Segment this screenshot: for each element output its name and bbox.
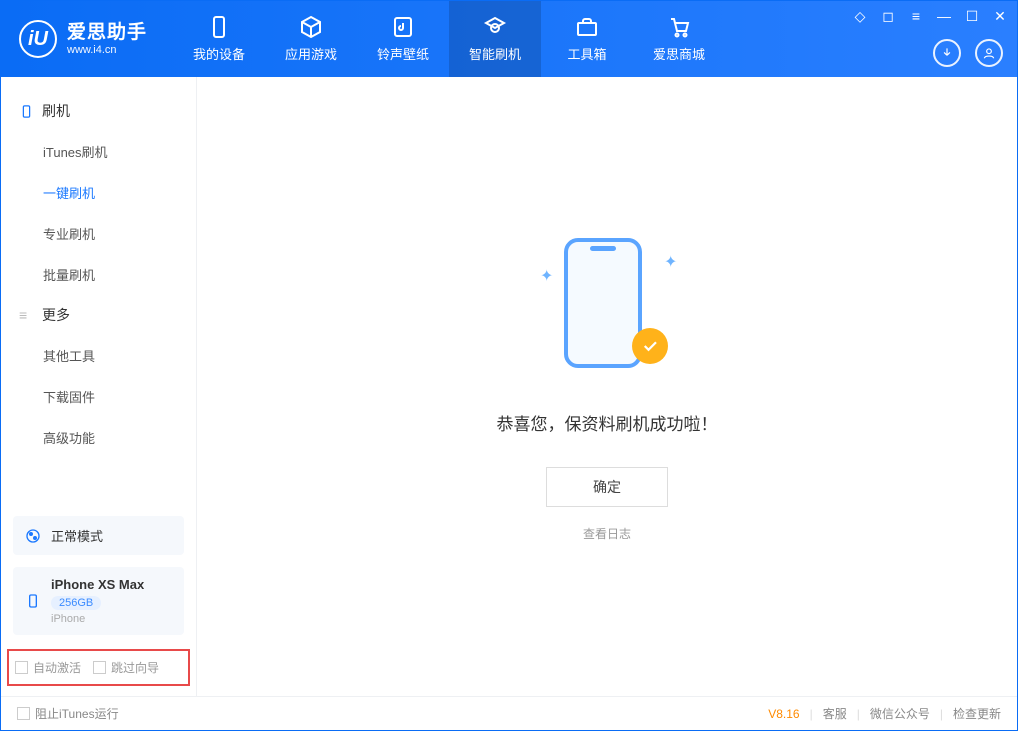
app-title: 爱思助手 xyxy=(67,22,147,44)
toolbox-icon xyxy=(575,15,599,39)
tab-store-label: 爱思商城 xyxy=(653,44,705,63)
logo-icon: iU xyxy=(19,20,57,58)
tab-flash[interactable]: 智能刷机 xyxy=(449,1,541,77)
wechat-link[interactable]: 微信公众号 xyxy=(870,705,930,722)
tab-device[interactable]: 我的设备 xyxy=(173,1,265,77)
version-label: V8.16 xyxy=(768,707,799,721)
sidebar-group-flash-label: 刷机 xyxy=(42,101,70,121)
download-icon xyxy=(940,46,954,60)
skip-guide-label: 跳过向导 xyxy=(111,659,159,676)
sidebar-item-itunes[interactable]: iTunes刷机 xyxy=(1,131,196,172)
check-badge xyxy=(632,328,668,364)
sidebar-item-pro[interactable]: 专业刷机 xyxy=(1,213,196,254)
mode-label: 正常模式 xyxy=(51,526,103,545)
device-type: iPhone xyxy=(51,613,144,625)
minimize-button[interactable]: — xyxy=(935,7,953,25)
spark-icon: ✦ xyxy=(664,252,674,262)
view-log-link[interactable]: 查看日志 xyxy=(583,525,631,542)
phone-small-icon xyxy=(25,593,41,609)
success-message: 恭喜您，保资料刷机成功啦！ xyxy=(497,410,718,435)
sidebar-group-flash: 刷机 xyxy=(1,91,196,131)
support-link[interactable]: 客服 xyxy=(823,705,847,722)
tab-device-label: 我的设备 xyxy=(193,44,245,63)
sidebar: 刷机 iTunes刷机 一键刷机 专业刷机 批量刷机 ≡ 更多 其他工具 下载固… xyxy=(1,77,197,696)
checkbox-auto-activate[interactable]: 自动激活 xyxy=(15,659,81,676)
window-controls: ◇ ◻ ≡ — ☐ ✕ xyxy=(851,7,1009,25)
sidebar-group-more-label: 更多 xyxy=(42,305,70,325)
sidebar-item-other-tools[interactable]: 其他工具 xyxy=(1,335,196,376)
check-update-link[interactable]: 检查更新 xyxy=(953,705,1001,722)
device-capacity: 256GB xyxy=(51,596,101,610)
download-button[interactable] xyxy=(933,39,961,67)
nav-tabs: 我的设备 应用游戏 铃声壁纸 智能刷机 工具箱 爱思商城 xyxy=(173,1,725,77)
options-row: 自动激活 跳过向导 xyxy=(7,649,190,686)
device-icon xyxy=(19,104,34,119)
status-bar: 阻止iTunes运行 V8.16 | 客服 | 微信公众号 | 检查更新 xyxy=(1,696,1017,730)
success-illustration: ✦ ✦ xyxy=(542,232,672,382)
auto-activate-label: 自动激活 xyxy=(33,659,81,676)
sidebar-item-download-fw[interactable]: 下载固件 xyxy=(1,376,196,417)
user-icon xyxy=(982,46,996,60)
close-button[interactable]: ✕ xyxy=(991,7,1009,25)
tab-apps[interactable]: 应用游戏 xyxy=(265,1,357,77)
app-subtitle: www.i4.cn xyxy=(67,44,147,57)
tab-tools-label: 工具箱 xyxy=(568,44,607,63)
device-name: iPhone XS Max xyxy=(51,577,144,592)
sidebar-item-oneclick[interactable]: 一键刷机 xyxy=(1,172,196,213)
sidebar-item-batch[interactable]: 批量刷机 xyxy=(1,254,196,295)
skin-icon[interactable]: ◇ xyxy=(851,7,869,25)
cube-icon xyxy=(299,15,323,39)
spark-icon: ✦ xyxy=(540,266,550,276)
music-icon xyxy=(391,15,415,39)
menu-icon[interactable]: ≡ xyxy=(907,7,925,25)
tab-flash-label: 智能刷机 xyxy=(469,44,521,63)
tab-apps-label: 应用游戏 xyxy=(285,44,337,63)
app-header: iU 爱思助手 www.i4.cn 我的设备 应用游戏 铃声壁纸 智能刷机 工具… xyxy=(1,1,1017,77)
tab-media[interactable]: 铃声壁纸 xyxy=(357,1,449,77)
feedback-icon[interactable]: ◻ xyxy=(879,7,897,25)
sidebar-item-advanced[interactable]: 高级功能 xyxy=(1,417,196,458)
list-icon: ≡ xyxy=(19,308,34,323)
device-card[interactable]: iPhone XS Max 256GB iPhone xyxy=(13,567,184,635)
user-button[interactable] xyxy=(975,39,1003,67)
mode-icon xyxy=(25,528,41,544)
checkbox-skip-guide[interactable]: 跳过向导 xyxy=(93,659,159,676)
check-icon xyxy=(641,337,659,355)
app-logo: iU 爱思助手 www.i4.cn xyxy=(1,1,165,77)
tab-media-label: 铃声壁纸 xyxy=(377,44,429,63)
main-content: ✦ ✦ 恭喜您，保资料刷机成功啦！ 确定 查看日志 xyxy=(197,77,1017,696)
block-itunes-label: 阻止iTunes运行 xyxy=(35,705,119,722)
maximize-button[interactable]: ☐ xyxy=(963,7,981,25)
refresh-icon xyxy=(483,15,507,39)
cart-icon xyxy=(667,15,691,39)
ok-button[interactable]: 确定 xyxy=(546,467,668,507)
tab-store[interactable]: 爱思商城 xyxy=(633,1,725,77)
checkbox-block-itunes[interactable]: 阻止iTunes运行 xyxy=(17,705,119,722)
phone-icon xyxy=(207,15,231,39)
sidebar-group-more: ≡ 更多 xyxy=(1,295,196,335)
mode-card[interactable]: 正常模式 xyxy=(13,516,184,555)
tab-tools[interactable]: 工具箱 xyxy=(541,1,633,77)
